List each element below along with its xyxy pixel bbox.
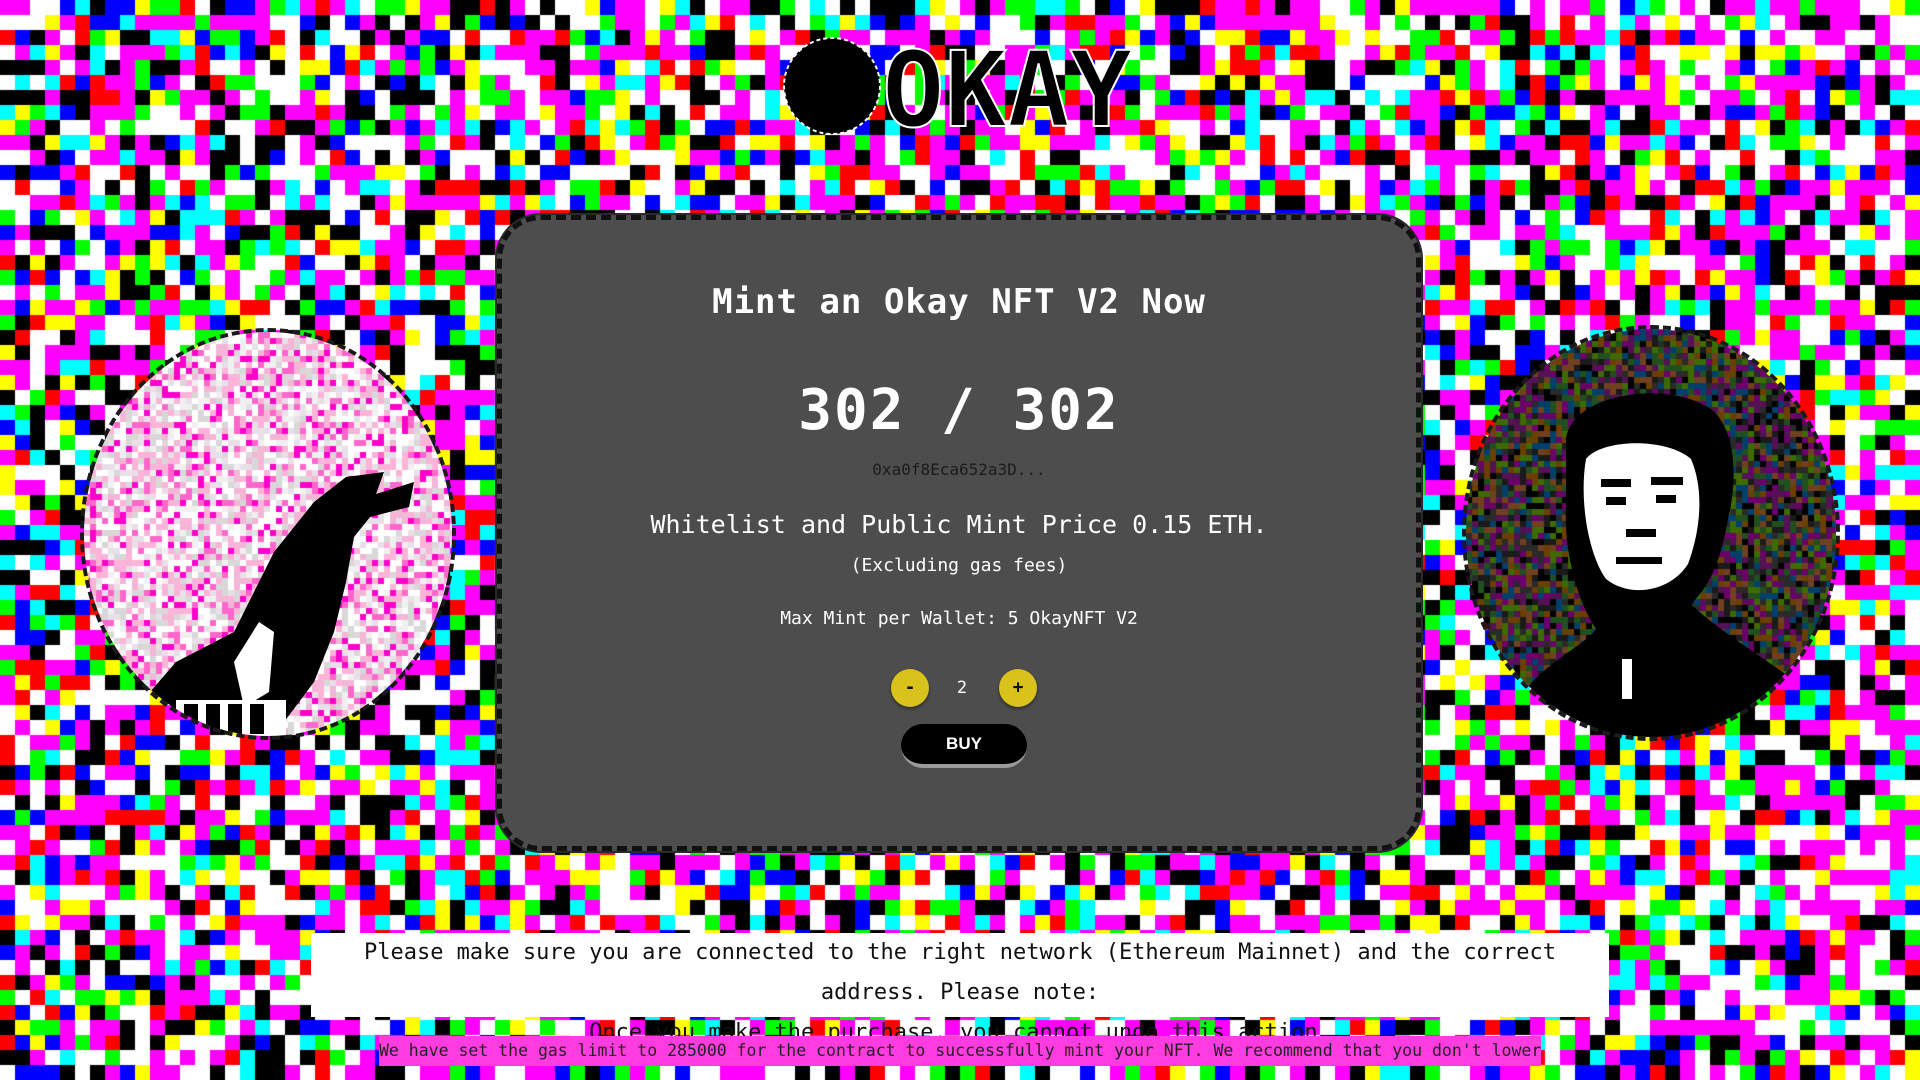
gas-fee-note: (Excluding gas fees) xyxy=(850,555,1068,576)
okay-logo: OKAY xyxy=(780,34,1140,138)
contract-address[interactable]: 0xa0f8Eca652a3D... xyxy=(502,460,1416,479)
mint-title: Mint an Okay NFT V2 Now xyxy=(712,282,1206,322)
gas-limit-notice: We have set the gas limit to 285000 for … xyxy=(379,1036,1541,1066)
notice-line-1: Please make sure you are connected to th… xyxy=(363,940,1557,1005)
penguin-icon xyxy=(124,472,414,736)
supply-counter: 302 / 302 xyxy=(798,378,1120,443)
increase-quantity-button[interactable]: + xyxy=(999,669,1037,707)
right-nft-image xyxy=(1462,325,1840,741)
left-nft-image xyxy=(80,328,456,740)
max-mint-info: Max Mint per Wallet: 5 OkayNFT V2 xyxy=(780,608,1138,629)
mint-price: Whitelist and Public Mint Price 0.15 ETH… xyxy=(650,510,1268,539)
decrease-quantity-button[interactable]: - xyxy=(891,669,929,707)
quantity-value: 2 xyxy=(956,678,968,698)
mint-card: Mint an Okay NFT V2 Now 302 / 302 0xa0f8… xyxy=(497,215,1421,851)
buy-button[interactable]: BUY xyxy=(901,724,1027,768)
portrait-icon xyxy=(1508,393,1815,737)
quantity-stepper: - 2 + xyxy=(502,669,1416,707)
purchase-notice: Please make sure you are connected to th… xyxy=(311,933,1609,1045)
logo-text: OKAY xyxy=(882,34,1133,138)
